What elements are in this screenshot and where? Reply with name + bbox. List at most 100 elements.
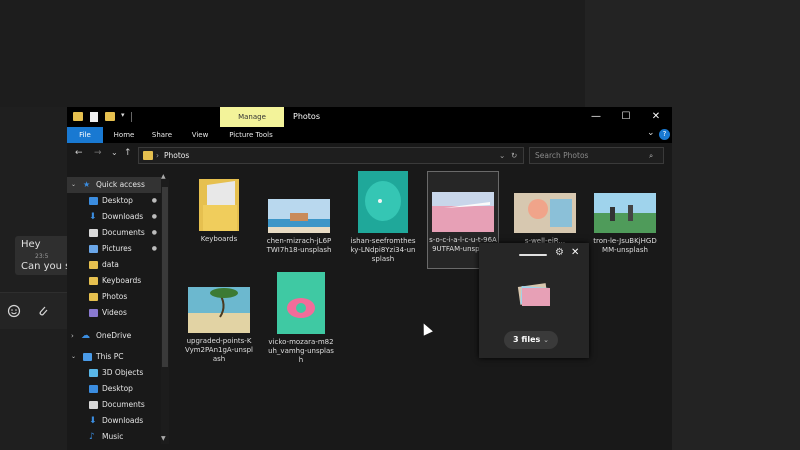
address-dropdown-icon[interactable]: ⌄ — [499, 148, 505, 163]
pin-icon[interactable]: ● — [152, 209, 157, 225]
tab-view[interactable]: View — [183, 127, 217, 143]
pin-icon[interactable]: ● — [152, 193, 157, 209]
back-button[interactable]: ← — [75, 148, 83, 158]
sidebar-item-3d-objects[interactable]: 3D Objects — [67, 365, 167, 381]
sidebar-item-onedrive[interactable]: › ☁ OneDrive — [67, 328, 167, 344]
up-button[interactable]: ↑ — [124, 148, 132, 158]
properties-icon[interactable] — [90, 112, 98, 122]
tab-home[interactable]: Home — [107, 127, 141, 143]
new-folder-icon[interactable] — [105, 112, 115, 121]
pc-icon — [83, 353, 92, 361]
sidebar-item-documents[interactable]: Documents ● — [67, 225, 167, 241]
sidebar-item-quick-access[interactable]: ⌄ ★ Quick access — [67, 177, 161, 193]
pin-icon[interactable]: ● — [152, 241, 157, 257]
documents-icon — [89, 401, 98, 409]
file-item[interactable]: chen-mizrach-jL6PTWI7h18-unsplash — [265, 199, 333, 255]
file-name: chen-mizrach-jL6PTWI7h18-unsplash — [266, 237, 332, 254]
star-icon: ★ — [83, 180, 91, 189]
download-icon: ⬇ — [89, 416, 97, 426]
sidebar-item-label: Quick access — [96, 180, 145, 189]
file-item[interactable]: s-well-eiR... — [511, 193, 579, 246]
folder-icon — [73, 112, 83, 121]
expand-ribbon-icon[interactable]: ⌄ — [647, 128, 655, 138]
sidebar-item-label: Downloads — [102, 416, 144, 425]
recent-locations-button[interactable]: ⌄ — [111, 148, 118, 157]
tab-picture-tools[interactable]: Picture Tools — [223, 127, 279, 143]
file-name: Keyboards — [200, 235, 238, 243]
address-bar[interactable]: › Photos ⌄ ↻ — [138, 147, 524, 164]
emoji-icon[interactable] — [7, 304, 21, 318]
download-icon: ⬇ — [89, 212, 97, 222]
sidebar-item-desktop-pc[interactable]: Desktop — [67, 381, 167, 397]
tab-share[interactable]: Share — [145, 127, 179, 143]
file-item[interactable]: vicko-mozara-m82uh_vamhg-unsplash — [267, 272, 335, 365]
gear-icon[interactable]: ⚙ — [555, 247, 564, 258]
chevron-down-icon: ⌄ — [71, 353, 77, 360]
sidebar-item-pictures[interactable]: Pictures ● — [67, 241, 167, 257]
title-bar[interactable]: ▾ Manage Photos — ☐ ✕ — [67, 107, 672, 127]
sidebar-item-downloads[interactable]: ⬇ Downloads ● — [67, 209, 167, 225]
videos-icon — [89, 309, 98, 317]
file-item[interactable]: ishan-seefromthesky-LNdpi8Yzi34-unsplash — [349, 171, 417, 264]
refresh-icon[interactable]: ↻ — [511, 148, 517, 163]
sidebar-item-music[interactable]: ♪ Music — [67, 429, 167, 445]
forward-button[interactable]: → — [94, 148, 102, 158]
chevron-right-icon: › — [71, 332, 74, 340]
sidebar-item-label: Pictures — [102, 244, 132, 253]
close-button[interactable]: ✕ — [641, 107, 671, 127]
cloud-icon: ☁ — [81, 331, 90, 341]
drag-drop-popup: ⚙ ✕ 3 files ⌄ — [479, 243, 589, 358]
file-item[interactable]: tron-le-JsuBKjHGDMM-unsplash — [591, 193, 659, 255]
file-name: vicko-mozara-m82uh_vamhg-unsplash — [268, 338, 334, 364]
chevron-down-icon: ⌄ — [543, 336, 549, 344]
chat-toolbar — [0, 292, 68, 329]
sidebar-item-keyboards[interactable]: Keyboards — [67, 273, 167, 289]
desktop-background-top — [0, 0, 585, 107]
sidebar-item-label: Documents — [102, 400, 145, 409]
folder-icon — [89, 293, 98, 301]
sidebar-item-downloads-pc[interactable]: ⬇ Downloads — [67, 413, 167, 429]
chevron-down-icon[interactable]: ▾ — [121, 111, 125, 119]
search-input[interactable]: Search Photos ⌕ — [529, 147, 664, 164]
tab-manage[interactable]: Manage — [220, 107, 284, 127]
sidebar-item-photos[interactable]: Photos — [67, 289, 167, 305]
address-path[interactable]: Photos — [164, 148, 189, 163]
sidebar-item-desktop[interactable]: Desktop ● — [67, 193, 167, 209]
folder-icon — [199, 179, 239, 231]
window-title: Photos — [293, 112, 320, 121]
image-thumbnail — [277, 272, 325, 334]
sidebar-item-videos[interactable]: Videos — [67, 305, 167, 321]
image-thumbnail — [188, 287, 250, 333]
desktop-icon — [89, 385, 98, 393]
stacked-images-icon — [517, 283, 553, 307]
file-item[interactable]: Keyboards — [185, 179, 253, 244]
sidebar-item-label: Documents — [102, 228, 145, 237]
sidebar-item-this-pc[interactable]: ⌄ This PC — [67, 349, 167, 365]
maximize-button[interactable]: ☐ — [611, 107, 641, 127]
close-icon[interactable]: ✕ — [571, 247, 579, 258]
chat-message-text: Hey — [21, 239, 41, 250]
minimize-button[interactable]: — — [581, 107, 611, 127]
attach-icon[interactable] — [36, 304, 50, 318]
file-name: ishan-seefromthesky-LNdpi8Yzi34-unsplash — [350, 237, 416, 263]
sidebar-item-data[interactable]: data — [67, 257, 167, 273]
tab-file[interactable]: File — [67, 127, 103, 143]
help-icon[interactable]: ? — [659, 129, 670, 140]
file-name: upgraded-points-KVym2PAn1gA-unsplash — [185, 337, 253, 363]
music-icon: ♪ — [89, 432, 95, 442]
image-thumbnail — [514, 193, 576, 233]
sidebar-item-label: This PC — [96, 352, 124, 361]
chevron-down-icon: ⌄ — [71, 181, 77, 188]
sidebar-scroll-thumb[interactable] — [162, 187, 168, 367]
folder-icon — [89, 261, 98, 269]
drag-handle[interactable] — [519, 254, 547, 256]
scroll-up-icon[interactable]: ▲ — [161, 173, 166, 180]
image-thumbnail — [358, 171, 408, 233]
pin-icon[interactable]: ● — [152, 225, 157, 241]
sidebar-item-label: Videos — [102, 308, 127, 317]
ribbon-tabs: File Home Share View Picture Tools ⌄ ? — [67, 127, 672, 143]
scroll-down-icon[interactable]: ▼ — [161, 435, 166, 442]
sidebar-item-documents-pc[interactable]: Documents — [67, 397, 167, 413]
files-count-button[interactable]: 3 files ⌄ — [504, 331, 558, 349]
file-item[interactable]: upgraded-points-KVym2PAn1gA-unsplash — [185, 287, 253, 364]
